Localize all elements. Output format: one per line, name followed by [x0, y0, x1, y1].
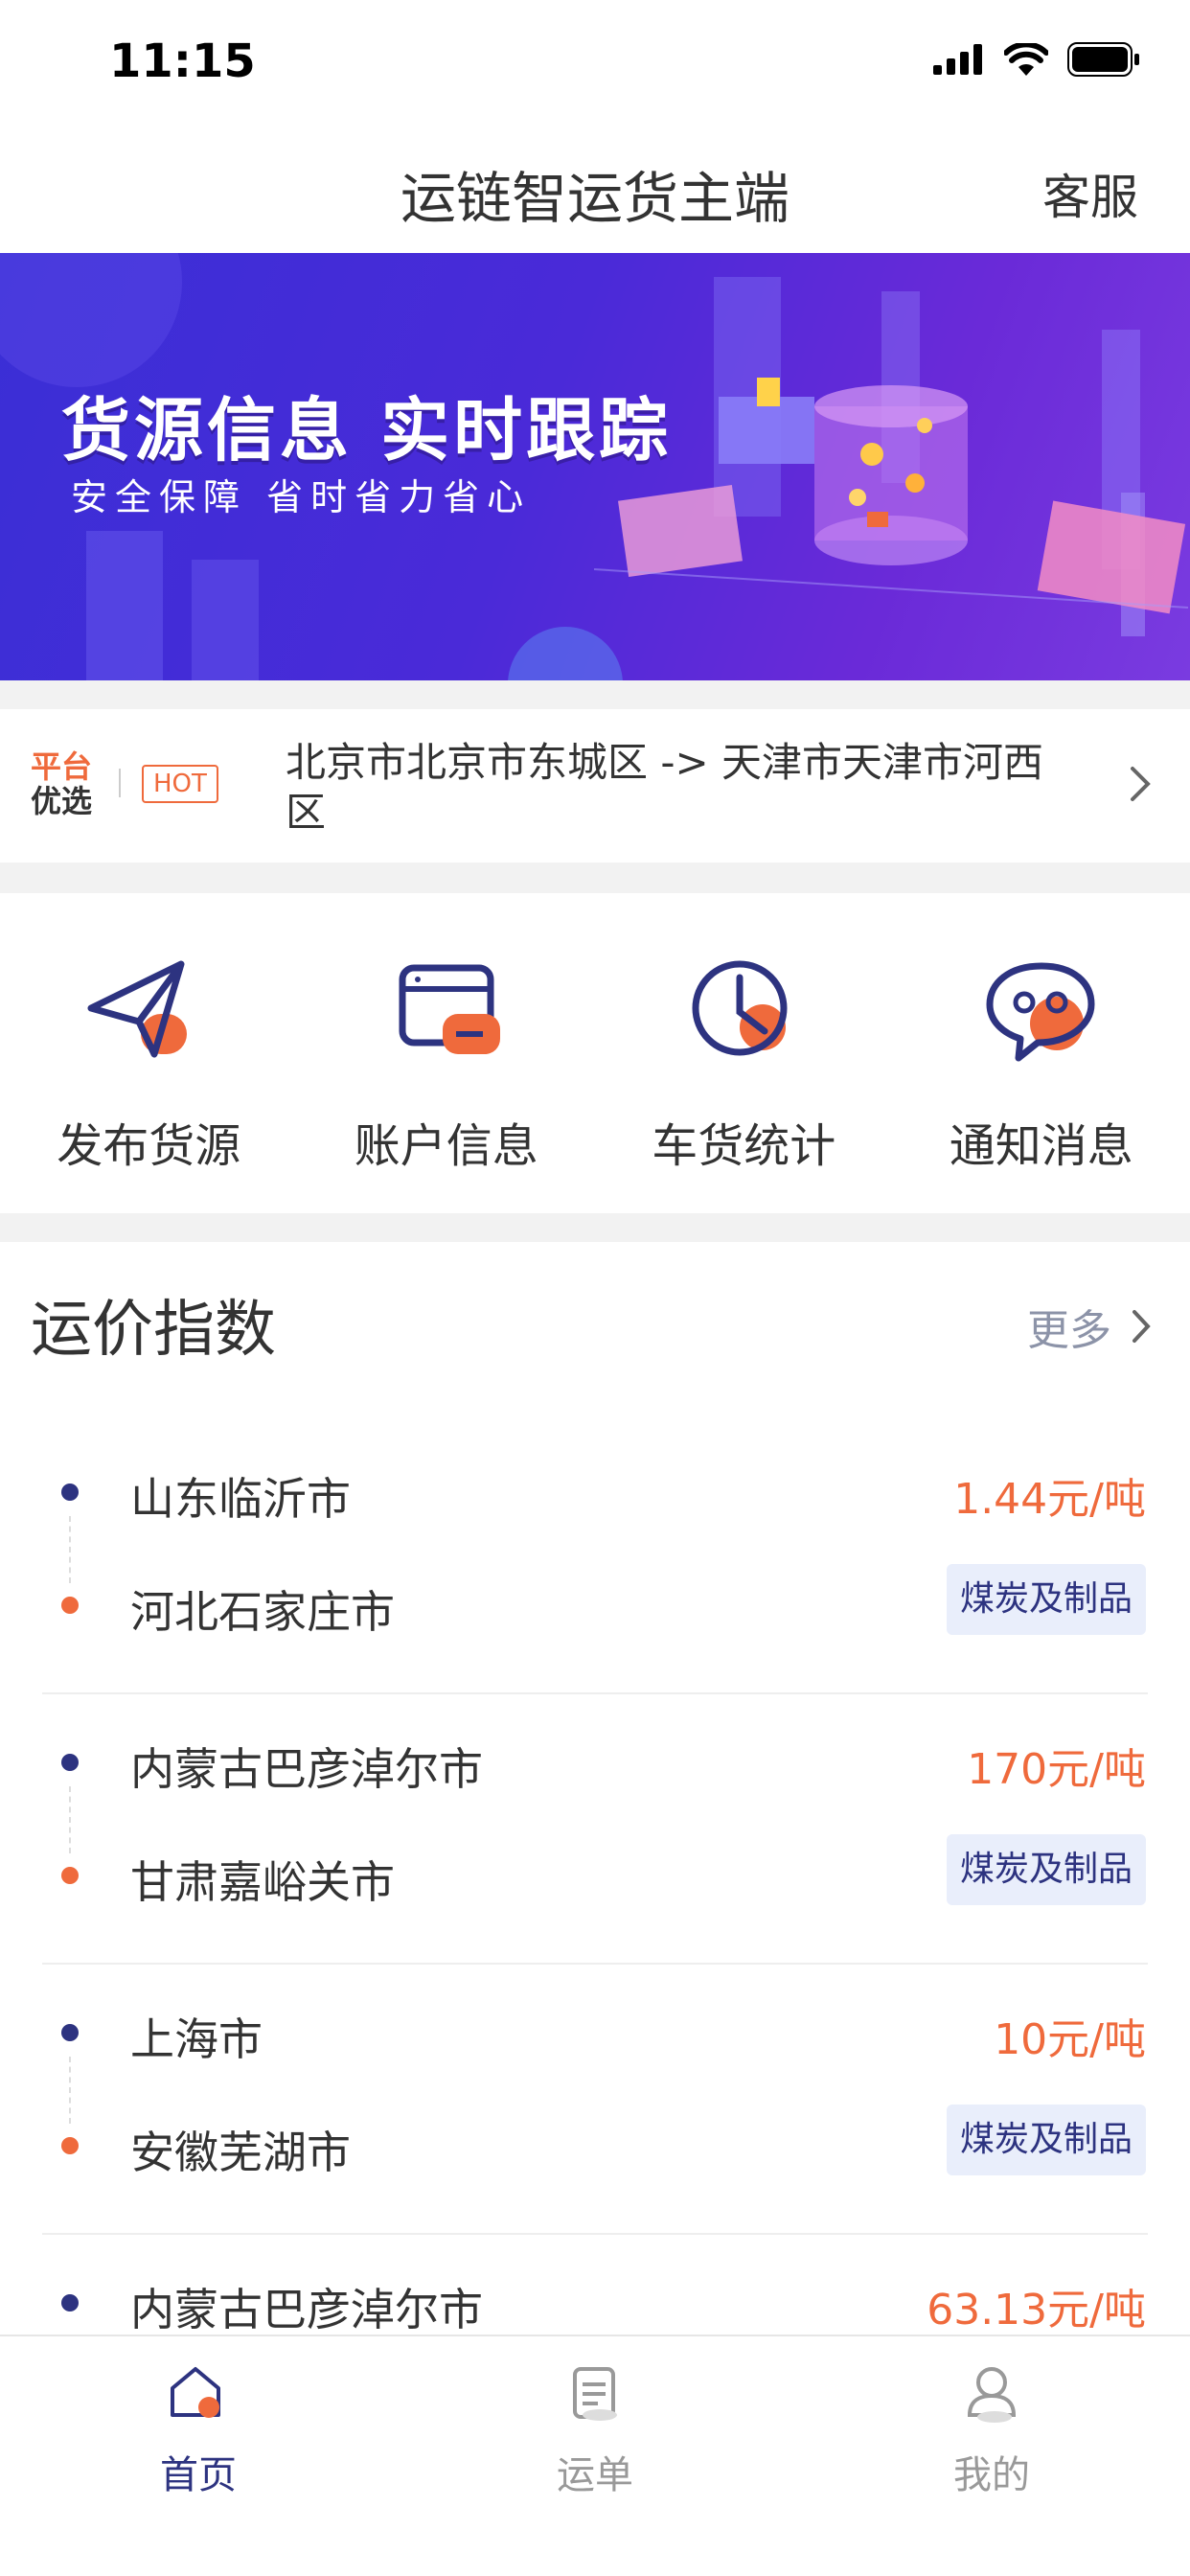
- route-card[interactable]: 上海市 安徽芜湖市 10元/吨 煤炭及制品: [42, 1965, 1148, 2235]
- status-time: 11:15: [109, 34, 256, 88]
- freight-index-section: 运价指数 更多 山东临沂市 河北石家庄市 1.44元/吨 煤炭及制品 内蒙古巴彦…: [0, 1242, 1190, 2334]
- status-bar: 11:15: [0, 0, 1190, 126]
- tab-home[interactable]: 首页: [0, 2336, 397, 2576]
- quick-action-label: 通知消息: [949, 1119, 1133, 1173]
- origin-dot: [61, 1484, 79, 1501]
- quick-action-stats[interactable]: 车货统计: [595, 893, 893, 1213]
- waybill-icon: [573, 2367, 617, 2421]
- destination-dot: [61, 1597, 79, 1614]
- quick-action-notices[interactable]: 通知消息: [893, 893, 1190, 1213]
- banner-subtitle: 安全保障 省时省力省心: [71, 476, 532, 518]
- quick-action-label: 车货统计: [652, 1119, 836, 1173]
- destination-city: 安徽芜湖市: [130, 2127, 351, 2178]
- cargo-tag: 煤炭及制品: [946, 1564, 1146, 1635]
- quick-action-label: 发布货源: [57, 1119, 241, 1173]
- banner-title: 货源信息 实时跟踪: [61, 390, 673, 471]
- chevron-right-icon: [1133, 1310, 1151, 1343]
- quick-actions: 发布货源 账户信息 车货统计 通知消息: [0, 893, 1190, 1213]
- card-icon: [399, 964, 500, 1054]
- battery-icon: [1067, 42, 1139, 77]
- home-icon: [171, 2367, 220, 2418]
- origin-city: 内蒙古巴彦淖尔市: [130, 1743, 483, 1795]
- route-card[interactable]: 内蒙古巴彦淖尔市 63.13元/吨: [42, 2235, 1148, 2334]
- status-icons: [933, 42, 1140, 77]
- tab-waybill[interactable]: 运单: [397, 2336, 793, 2576]
- origin-dot: [61, 1754, 79, 1771]
- quick-action-publish[interactable]: 发布货源: [0, 893, 298, 1213]
- hot-route-text: 北京市北京市东城区 -> 天津市天津市河西区: [286, 739, 1044, 836]
- route-connector: [69, 1786, 71, 1853]
- price: 10元/吨: [994, 2015, 1146, 2064]
- tab-label: 运单: [557, 2453, 633, 2497]
- route-card[interactable]: 山东临沂市 河北石家庄市 1.44元/吨 煤炭及制品: [42, 1424, 1148, 1694]
- origin-city: 内蒙古巴彦淖尔市: [130, 2284, 483, 2334]
- hot-route-strip[interactable]: 平台 优选 HOT 北京市北京市东城区 -> 天津市天津市河西区: [0, 709, 1190, 862]
- price: 63.13元/吨: [927, 2286, 1146, 2334]
- origin-dot: [61, 2024, 79, 2041]
- section-title: 运价指数: [31, 1295, 276, 1366]
- chevron-right-icon: [1131, 767, 1151, 801]
- profile-icon: [967, 2367, 1017, 2423]
- destination-dot: [61, 2137, 79, 2154]
- platform-pick-badge: 平台 优选: [31, 749, 107, 818]
- more-label: 更多: [1027, 1306, 1111, 1355]
- wifi-icon: [1004, 43, 1048, 76]
- customer-service-button[interactable]: 客服: [1042, 159, 1138, 228]
- quick-action-label: 账户信息: [354, 1119, 538, 1173]
- origin-city: 上海市: [130, 2013, 263, 2065]
- origin-city: 山东临沂市: [130, 1473, 351, 1525]
- clock-icon: [692, 960, 788, 1056]
- quick-action-account[interactable]: 账户信息: [298, 893, 596, 1213]
- route-card[interactable]: 内蒙古巴彦淖尔市 甘肃嘉峪关市 170元/吨 煤炭及制品: [42, 1694, 1148, 1965]
- divider: [119, 769, 121, 797]
- badge-line2: 优选: [31, 783, 93, 819]
- destination-city: 甘肃嘉峪关市: [130, 1856, 395, 1908]
- chat-bubble-icon: [986, 962, 1095, 1062]
- paper-plane-icon: [87, 960, 188, 1058]
- destination-city: 河北石家庄市: [130, 1586, 395, 1638]
- more-link[interactable]: 更多: [1027, 1296, 1152, 1357]
- signal-icon: [933, 44, 982, 75]
- badge-line1: 平台: [31, 748, 93, 785]
- promo-banner[interactable]: 货源信息 实时跟踪 安全保障 省时省力省心: [0, 253, 1190, 680]
- page-title: 运链智运货主端: [400, 166, 790, 231]
- price: 170元/吨: [967, 1745, 1146, 1794]
- route-connector: [69, 1516, 71, 1583]
- cargo-tag: 煤炭及制品: [946, 2104, 1146, 2175]
- tab-label: 我的: [953, 2453, 1030, 2497]
- destination-dot: [61, 1867, 79, 1884]
- tab-label: 首页: [160, 2453, 237, 2497]
- cargo-tag: 煤炭及制品: [946, 1834, 1146, 1905]
- route-connector: [69, 2057, 71, 2124]
- price: 1.44元/吨: [953, 1475, 1146, 1524]
- nav-bar: 运链智运货主端 客服: [0, 126, 1190, 253]
- tab-bar: 首页 运单 我的: [0, 2334, 1190, 2576]
- origin-dot: [61, 2294, 79, 2312]
- tab-profile[interactable]: 我的: [793, 2336, 1190, 2576]
- hot-tag: HOT: [142, 765, 218, 803]
